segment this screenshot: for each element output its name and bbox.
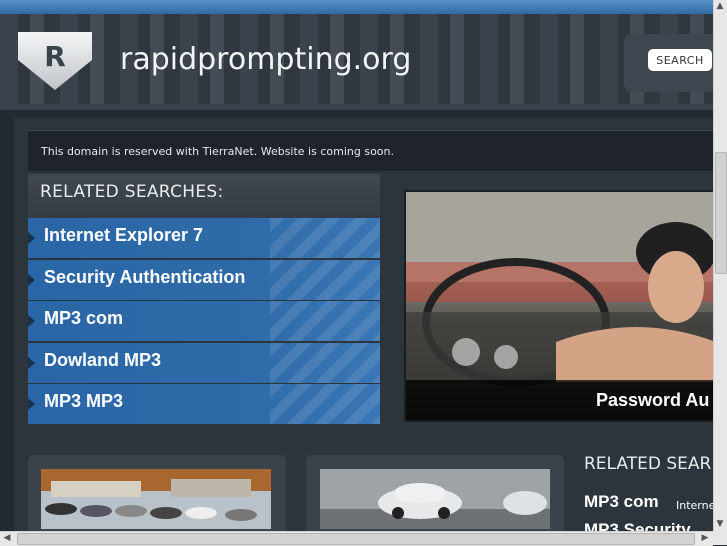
logo-icon[interactable]: R — [18, 32, 92, 90]
related-link-label[interactable]: MP3 com — [44, 308, 123, 329]
search-button[interactable]: SEARCH — [648, 49, 712, 71]
thumbnail-card-cars[interactable] — [28, 455, 286, 535]
arrow-down-icon[interactable]: ▼ — [714, 518, 726, 530]
related-link-label[interactable]: Internet Explorer 7 — [44, 225, 203, 246]
related-link-label[interactable]: Security Authentication — [44, 267, 245, 288]
site-title[interactable]: rapidprompting.org — [120, 42, 411, 77]
related-right-sublink[interactable]: Interne — [676, 499, 715, 512]
hero-banner[interactable]: Password Au — [404, 190, 718, 422]
arrow-right-icon — [28, 315, 35, 327]
related-link-security-authentication[interactable]: Security Authentication — [28, 259, 380, 300]
arrow-right-icon — [28, 232, 35, 244]
thumbnail-image-beetle[interactable] — [320, 469, 550, 529]
horizontal-scrollbar-thumb[interactable] — [17, 533, 695, 545]
related-searches-right-title: RELATED SEAR — [584, 454, 712, 474]
related-link-mp3-com[interactable]: MP3 com — [28, 301, 380, 341]
arrow-left-icon[interactable]: ◀ — [1, 532, 13, 544]
related-right-link-mp3-com[interactable]: MP3 com — [584, 492, 659, 512]
thumbnail-image-parking-lot[interactable] — [41, 469, 271, 529]
related-searches-title: RELATED SEARCHES: — [40, 182, 224, 202]
vertical-scrollbar-thumb[interactable] — [715, 152, 727, 274]
related-link-mp3-mp3[interactable]: MP3 MP3 — [28, 384, 380, 424]
related-links-list: Internet Explorer 7 Security Authenticat… — [28, 218, 380, 426]
related-searches-header: RELATED SEARCHES: — [28, 174, 380, 218]
related-link-label[interactable]: MP3 MP3 — [44, 391, 123, 412]
thumbnail-card-beetle[interactable] — [306, 455, 564, 535]
related-link-label[interactable]: Dowland MP3 — [44, 350, 161, 371]
domain-notice: This domain is reserved with TierraNet. … — [28, 130, 714, 171]
site-header: R rapidprompting.org SEARCH — [0, 14, 714, 104]
scrollbar-corner — [713, 531, 727, 545]
domain-notice-text: This domain is reserved with TierraNet. … — [41, 145, 394, 158]
arrow-right-icon — [28, 398, 35, 410]
arrow-right-icon — [28, 273, 35, 286]
related-link-dowland-mp3[interactable]: Dowland MP3 — [28, 342, 380, 383]
top-accent-bar — [0, 0, 727, 14]
arrow-right-icon[interactable]: ▶ — [699, 532, 711, 544]
arrow-up-icon[interactable]: ▲ — [714, 0, 726, 12]
logo-letter: R — [44, 40, 66, 73]
arrow-right-icon — [28, 356, 35, 369]
related-link-internet-explorer-7[interactable]: Internet Explorer 7 — [28, 218, 380, 258]
hero-caption: Password Au — [406, 380, 716, 420]
hero-caption-text[interactable]: Password Au — [596, 390, 709, 411]
